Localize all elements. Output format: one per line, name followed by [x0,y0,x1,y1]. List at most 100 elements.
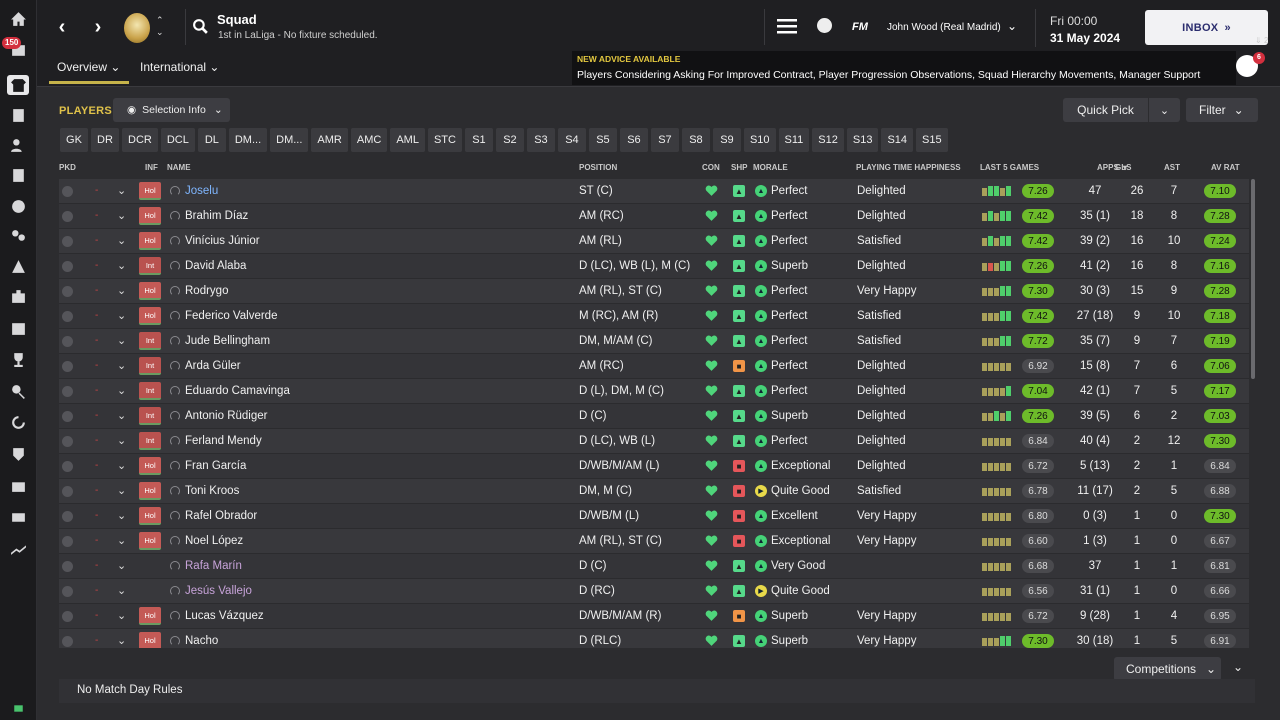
transfers-icon[interactable] [7,412,29,432]
club-crest[interactable] [124,13,150,43]
status-badge[interactable]: Int [139,407,161,425]
table-row[interactable]: - ⌄ Int Ferland Mendy D (LC), WB (L) ▲ ▲ Perfec… [59,429,1249,454]
table-row[interactable]: - ⌄ Int Jude Bellingham DM, M/AM (C) ▲ ▲ Perfec… [59,329,1249,354]
player-name[interactable]: Antonio Rüdiger [185,410,267,422]
scouting-icon[interactable] [7,381,29,401]
chevron-down-icon[interactable]: ⌄ [117,434,126,447]
squad-icon[interactable] [7,75,29,95]
col-pkd[interactable]: PKD [59,163,76,172]
chevron-down-icon[interactable]: ⌄ [117,459,126,472]
position-filter-chip[interactable]: S6 [619,128,648,152]
col-name[interactable]: NAME [167,163,191,172]
scrollbar[interactable] [1251,179,1255,379]
position-filter-chip[interactable]: DL [197,128,226,152]
position-filter-chip[interactable]: DR [91,128,119,152]
status-badge[interactable]: Hol [139,532,161,550]
chevron-down-icon[interactable]: ⌄ [117,184,126,197]
position-filter-chip[interactable]: S1 [464,128,493,152]
quick-pick-dropdown[interactable]: ⌄ [1149,98,1180,122]
position-filter-chip[interactable]: AML [390,128,425,152]
pick-toggle[interactable] [62,561,73,572]
table-row[interactable]: - ⌄ Hol Brahim Díaz AM (RC) ▲ ▲ Perfect Delighte… [59,204,1249,229]
player-name[interactable]: Nacho [185,635,218,647]
position-filter-chip[interactable]: AMC [350,128,388,152]
table-row[interactable]: - ⌄ Int David Alaba D (LC), WB (L), M (C) ▲ ▲ S… [59,254,1249,279]
pick-toggle[interactable] [62,286,73,297]
tab-overview[interactable]: Overview ⌄ [57,60,120,74]
player-name[interactable]: Fran García [185,460,246,472]
col-ast[interactable]: AST [1164,163,1180,172]
chevron-down-icon[interactable]: ⌄ [117,284,126,297]
ball-icon[interactable] [817,18,832,33]
status-badge[interactable]: Hol [139,507,161,525]
player-name[interactable]: Rafa Marín [185,560,242,572]
status-badge[interactable]: Int [139,332,161,350]
pick-toggle[interactable] [62,261,73,272]
pick-toggle[interactable] [62,386,73,397]
finances-icon[interactable] [7,475,29,495]
chevron-down-icon[interactable]: ⌄ [117,584,126,597]
trophy-icon[interactable] [7,349,29,369]
pick-toggle[interactable] [62,536,73,547]
pick-toggle[interactable] [62,336,73,347]
position-filter-chip[interactable]: S9 [712,128,741,152]
match-day-rules-bar[interactable]: No Match Day Rules [59,679,1255,703]
pick-toggle[interactable] [62,611,73,622]
pick-toggle[interactable] [62,436,73,447]
chevron-down-icon[interactable]: ⌄ [117,409,126,422]
col-last5[interactable]: LAST 5 GAMES [980,163,1039,172]
table-row[interactable]: - ⌄ Hol Rodrygo AM (RL), ST (C) ▲ ▲ Perfect Very… [59,279,1249,304]
position-filter-chip[interactable]: AMR [311,128,348,152]
player-name[interactable]: Arda Güler [185,360,241,372]
position-filter-chip[interactable]: S8 [681,128,710,152]
inbox-button[interactable]: INBOX » [1145,10,1268,45]
status-badge[interactable]: Hol [139,307,161,325]
position-filter-chip[interactable]: S4 [557,128,586,152]
tab-international[interactable]: International ⌄ [140,60,219,74]
col-position[interactable]: POSITION [579,163,617,172]
table-row[interactable]: - ⌄ Hol Toni Kroos DM, M (C) ■ ▶ Quite Good Sati… [59,479,1249,504]
col-con[interactable]: CON [702,163,720,172]
position-filter-chip[interactable]: DCL [160,128,195,152]
table-row[interactable]: - ⌄ Jesús Vallejo D (RC) ▲ ▶ Quite Good 6.56 31 … [59,579,1249,604]
status-badge[interactable]: Int [139,382,161,400]
forward-button[interactable]: › [87,16,109,38]
chevron-down-icon[interactable]: ⌄ [117,334,126,347]
position-filter-chip[interactable]: DCR [122,128,158,152]
pick-toggle[interactable] [62,361,73,372]
fm-logo[interactable]: FM [852,21,868,33]
manager-name[interactable]: John Wood (Real Madrid) [887,22,1001,33]
status-badge[interactable]: Hol [139,232,161,250]
chevron-down-icon[interactable]: ⌄ [117,509,126,522]
table-row[interactable]: - ⌄ Rafa Marín D (C) ▲ ▲ Very Good 6.68 37 1 1 6.81 [59,554,1249,579]
pick-toggle[interactable] [62,461,73,472]
table-row[interactable]: - ⌄ Hol Noel López AM (RL), ST (C) ■ ▲ Exceptio… [59,529,1249,554]
chevron-down-icon[interactable]: ⌄ [117,534,126,547]
status-badge[interactable]: Int [139,432,161,450]
position-filter-chip[interactable]: DM... [228,128,268,152]
col-inf[interactable]: INF [145,163,158,172]
player-name[interactable]: Brahim Díaz [185,210,248,222]
status-badge[interactable]: Int [139,257,161,275]
player-name[interactable]: Federico Valverde [185,310,277,322]
player-name[interactable]: Noel López [185,535,243,547]
club-vision-icon[interactable] [7,444,29,464]
selection-info-button[interactable]: ◉ Selection Info ⌄ [113,98,230,122]
table-row[interactable]: - ⌄ Int Antonio Rüdiger D (C) ▲ ▲ Superb Delight… [59,404,1249,429]
status-badge[interactable]: Hol [139,482,161,500]
col-morale[interactable]: MORALE [753,163,788,172]
pick-toggle[interactable] [62,236,73,247]
back-button[interactable]: ‹ [51,16,73,38]
staff-icon[interactable] [7,135,29,155]
chevron-down-icon[interactable]: ⌄ [117,309,126,322]
chevron-down-icon[interactable]: ⌄ [1007,19,1017,33]
position-filter-chip[interactable]: S12 [812,128,844,152]
table-row[interactable]: - ⌄ Int Arda Güler AM (RC) ■ ▲ Perfect Delighted… [59,354,1249,379]
col-pth[interactable]: PLAYING TIME HAPPINESS [856,163,961,172]
player-name[interactable]: Ferland Mendy [185,435,262,447]
home-icon[interactable] [7,9,29,29]
calendar-icon[interactable] [7,318,29,338]
col-shp[interactable]: SHP [731,163,747,172]
player-name[interactable]: Joselu [185,185,218,197]
position-filter-chip[interactable]: S10 [743,128,776,152]
